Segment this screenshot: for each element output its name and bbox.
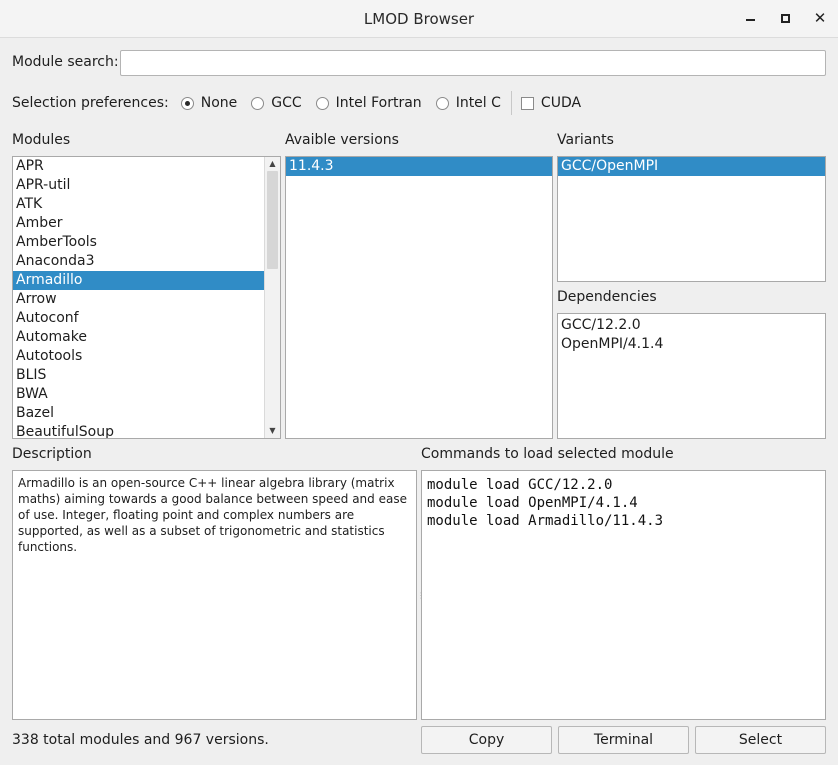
select-button[interactable]: Select (695, 726, 826, 754)
modules-label: Modules (12, 132, 71, 148)
variant-item-selected[interactable]: GCC/OpenMPI (558, 157, 825, 176)
variants-label: Variants (557, 132, 614, 148)
description-text: Armadillo is an open-source C++ linear a… (18, 476, 407, 554)
version-item-selected[interactable]: 11.4.3 (286, 157, 552, 176)
module-item[interactable]: APR (13, 157, 280, 176)
preferences-label: Selection preferences: (12, 95, 169, 111)
radio-gcc-label: GCC (271, 95, 302, 111)
module-item[interactable]: APR-util (13, 176, 280, 195)
dependency-item: OpenMPI/4.1.4 (561, 336, 664, 352)
module-item[interactable]: Arrow (13, 290, 280, 309)
window-title: LMOD Browser (363, 10, 475, 28)
title-bar: LMOD Browser ✕ (0, 0, 838, 38)
module-item-selected[interactable]: Armadillo (13, 271, 280, 290)
module-item[interactable]: Autoconf (13, 309, 280, 328)
radio-intel-fortran-label: Intel Fortran (335, 95, 422, 111)
radio-intel-c[interactable]: Intel C (435, 95, 501, 111)
dependencies-label: Dependencies (557, 289, 657, 305)
commands-label: Commands to load selected module (421, 446, 674, 462)
maximize-button[interactable] (775, 8, 795, 28)
radio-intel-c-indicator[interactable] (435, 96, 449, 110)
radio-gcc-indicator[interactable] (251, 96, 265, 110)
module-item[interactable]: Amber (13, 214, 280, 233)
command-line: module load Armadillo/11.4.3 (427, 513, 664, 529)
commands-box[interactable]: module load GCC/12.2.0 module load OpenMP… (421, 470, 826, 720)
maximize-icon (780, 13, 790, 23)
cuda-checkbox[interactable]: CUDA (520, 95, 582, 111)
module-item[interactable]: BLIS (13, 366, 280, 385)
minimize-icon (745, 19, 755, 21)
search-input[interactable] (120, 50, 826, 76)
minimize-button[interactable] (740, 8, 760, 28)
versions-label: Avaible versions (285, 132, 399, 148)
module-item[interactable]: ATK (13, 195, 280, 214)
radio-none-label: None (200, 95, 238, 111)
module-item[interactable]: AmberTools (13, 233, 280, 252)
modules-items: APR APR-util ATK Amber AmberTools Anacon… (13, 157, 280, 438)
description-label: Description (12, 446, 92, 462)
module-item[interactable]: Automake (13, 328, 280, 347)
radio-none-indicator[interactable] (180, 96, 194, 110)
dependency-item: GCC/12.2.0 (561, 317, 641, 333)
close-icon: ✕ (813, 9, 827, 27)
cuda-checkbox-box[interactable] (520, 96, 534, 110)
module-item[interactable]: BeautifulSoup (13, 423, 280, 438)
module-item[interactable]: Autotools (13, 347, 280, 366)
radio-intel-c-label: Intel C (455, 95, 501, 111)
scrollbar-thumb[interactable] (267, 171, 278, 269)
cuda-label: CUDA (540, 95, 582, 111)
scroll-up-icon[interactable]: ▲ (265, 157, 280, 171)
versions-list[interactable]: 11.4.3 (285, 156, 553, 439)
preferences-separator (510, 91, 512, 115)
radio-intel-fortran-indicator[interactable] (315, 96, 329, 110)
radio-intel-fortran[interactable]: Intel Fortran (315, 95, 422, 111)
command-line: module load OpenMPI/4.1.4 (427, 495, 638, 511)
module-item[interactable]: Bazel (13, 404, 280, 423)
description-box[interactable]: Armadillo is an open-source C++ linear a… (12, 470, 417, 720)
dependencies-list[interactable]: GCC/12.2.0 OpenMPI/4.1.4 (557, 313, 826, 439)
command-line: module load GCC/12.2.0 (427, 477, 613, 493)
modules-list[interactable]: APR APR-util ATK Amber AmberTools Anacon… (12, 156, 281, 439)
module-item[interactable]: BWA (13, 385, 280, 404)
search-label: Module search: (12, 54, 119, 70)
terminal-button[interactable]: Terminal (558, 726, 689, 754)
module-item[interactable]: Anaconda3 (13, 252, 280, 271)
preferences-row: Selection preferences: None GCC Intel Fo… (12, 91, 582, 115)
modules-scrollbar[interactable]: ▲ ▼ (264, 157, 280, 438)
scroll-down-icon[interactable]: ▼ (265, 424, 280, 438)
radio-gcc[interactable]: GCC (251, 95, 302, 111)
variants-list[interactable]: GCC/OpenMPI (557, 156, 826, 282)
status-text: 338 total modules and 967 versions. (12, 732, 269, 748)
copy-button[interactable]: Copy (421, 726, 552, 754)
close-button[interactable]: ✕ (810, 8, 830, 28)
commands-text: module load GCC/12.2.0 module load OpenMP… (422, 471, 825, 535)
radio-none[interactable]: None (180, 95, 238, 111)
